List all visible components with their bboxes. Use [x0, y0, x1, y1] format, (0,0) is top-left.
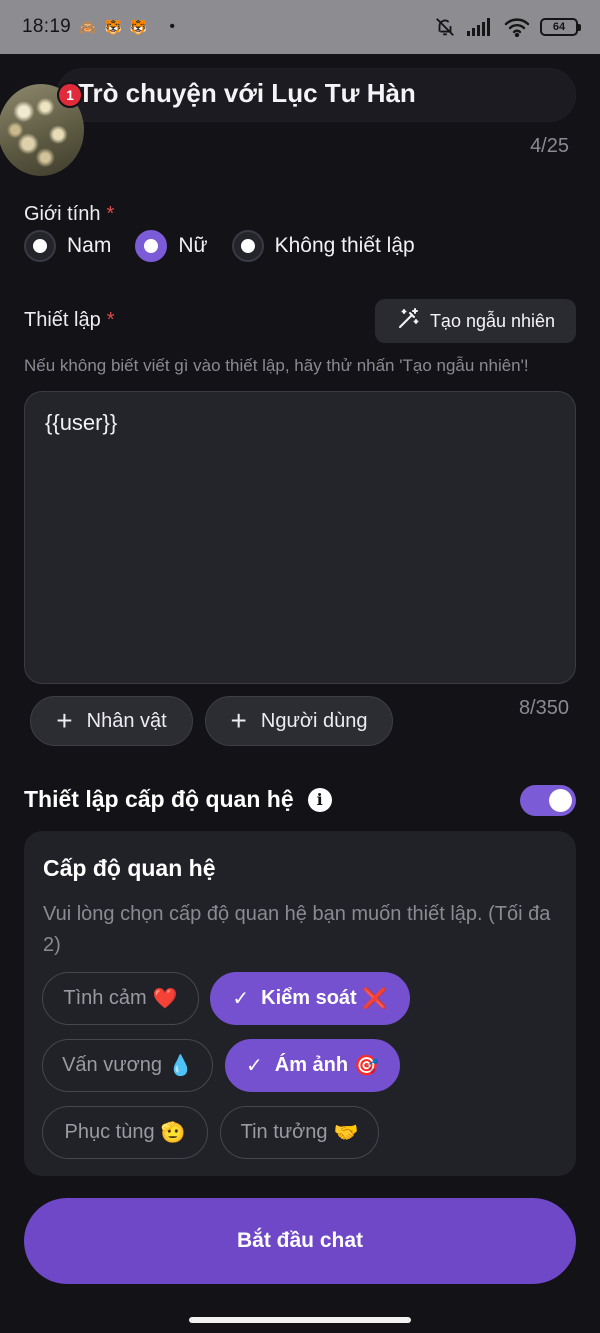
start-chat-label: Bắt đầu chat — [236, 1229, 364, 1252]
target-icon: 🎯 — [354, 1055, 379, 1077]
toggle-knob — [549, 789, 572, 812]
relationship-tag[interactable]: Vấn vương 💧 — [42, 1039, 213, 1092]
relationship-setting-title: Thiết lập cấp độ quan hệ — [24, 786, 294, 812]
add-character-label: Nhân vật — [86, 709, 167, 732]
relationship-level-title: Cấp độ quan hệ — [43, 855, 216, 881]
check-icon: ✓ — [245, 1055, 263, 1077]
chat-name-text[interactable]: Trò chuyện với Lục Tư Hàn — [78, 78, 416, 109]
gender-option-label: Nam — [67, 234, 112, 257]
plus-icon: + — [56, 705, 73, 736]
bell-muted-icon — [434, 16, 456, 38]
more-notifications-dot: • — [169, 18, 175, 35]
tag-label: Vấn vương — [62, 1054, 162, 1076]
setting-label-text: Thiết lập — [24, 309, 101, 331]
setting-label: Thiết lập * — [24, 309, 115, 332]
relationship-setting-header: Thiết lập cấp độ quan hệ i — [24, 786, 332, 813]
relationship-level-description: Vui lòng chọn cấp độ quan hệ bạn muốn th… — [43, 903, 551, 956]
notification-badge: 1 — [57, 82, 83, 108]
battery-icon: 64 — [540, 18, 581, 36]
radio-button-selected[interactable] — [135, 230, 168, 262]
relationship-tag[interactable]: Phục tùng 🫡 — [42, 1106, 208, 1159]
gender-option-male[interactable]: Nam — [24, 230, 111, 262]
tag-label: Phục tùng — [64, 1121, 155, 1143]
relationship-tag-selected[interactable]: ✓ Ám ảnh 🎯 — [225, 1039, 400, 1092]
random-generate-button[interactable]: Tạo ngẫu nhiên — [375, 299, 576, 343]
add-user-label: Người dùng — [260, 709, 368, 732]
signal-icon — [466, 17, 494, 37]
required-asterisk: * — [106, 203, 115, 225]
cross-mark-icon: ❌ — [362, 988, 388, 1010]
info-icon[interactable]: i — [307, 787, 332, 812]
tag-label: Kiểm soát — [261, 987, 357, 1009]
setting-textarea[interactable]: {{user}} — [24, 391, 576, 684]
tag-label: Tình cảm — [63, 987, 147, 1009]
relationship-tag-selected[interactable]: ✓ Kiểm soát ❌ — [210, 972, 410, 1025]
plus-icon: + — [230, 705, 247, 736]
gender-option-unset[interactable]: Không thiết lập — [231, 230, 415, 262]
relationship-tag[interactable]: Tin tưởng 🤝 — [220, 1106, 379, 1159]
setting-char-counter: 8/350 — [518, 697, 569, 719]
wifi-icon — [504, 17, 530, 37]
setting-hint: Nếu không biết viết gì vào thiết lập, hã… — [24, 356, 529, 375]
clock: 18:19 — [22, 16, 72, 37]
gender-radio-group: Nam Nữ Không thiết lập — [24, 230, 439, 262]
heart-icon: ❤️ — [152, 988, 178, 1010]
status-bar: 18:19 🙈 🐯 🐯 • 64 — [0, 0, 600, 54]
name-char-counter: 4/25 — [530, 135, 569, 157]
random-generate-label: Tạo ngẫu nhiên — [429, 310, 556, 331]
setting-textarea-value: {{user}} — [45, 410, 118, 435]
gender-option-label: Không thiết lập — [274, 234, 415, 257]
handshake-icon: 🤝 — [333, 1122, 359, 1144]
relationship-tag[interactable]: Tình cảm ❤️ — [42, 972, 199, 1025]
radio-button[interactable] — [231, 230, 264, 262]
gender-label-text: Giới tính — [24, 203, 101, 225]
gender-option-label: Nữ — [178, 234, 208, 257]
add-user-button[interactable]: + Người dùng — [205, 696, 393, 746]
relationship-level-card: Cấp độ quan hệ Vui lòng chọn cấp độ quan… — [24, 831, 576, 1176]
home-indicator[interactable] — [189, 1317, 411, 1323]
required-asterisk: * — [106, 309, 115, 331]
tag-label: Tin tưởng — [240, 1121, 328, 1143]
radio-button[interactable] — [24, 230, 56, 262]
salute-face-icon: 🫡 — [160, 1122, 186, 1144]
app-notification-icon: 🐯 — [129, 18, 148, 35]
app-notification-icon: 🙈 — [79, 18, 97, 35]
droplet-icon: 💧 — [168, 1055, 193, 1077]
start-chat-button[interactable]: Bắt đầu chat — [24, 1198, 576, 1284]
magic-wand-icon — [396, 307, 420, 336]
gender-label: Giới tính * — [24, 203, 114, 226]
tag-label: Ám ảnh — [274, 1054, 349, 1076]
relationship-toggle[interactable] — [520, 785, 576, 816]
check-icon: ✓ — [232, 988, 250, 1010]
add-character-button[interactable]: + Nhân vật — [30, 696, 193, 746]
app-notification-icon: 🐯 — [104, 18, 122, 35]
gender-option-female[interactable]: Nữ — [135, 230, 208, 262]
